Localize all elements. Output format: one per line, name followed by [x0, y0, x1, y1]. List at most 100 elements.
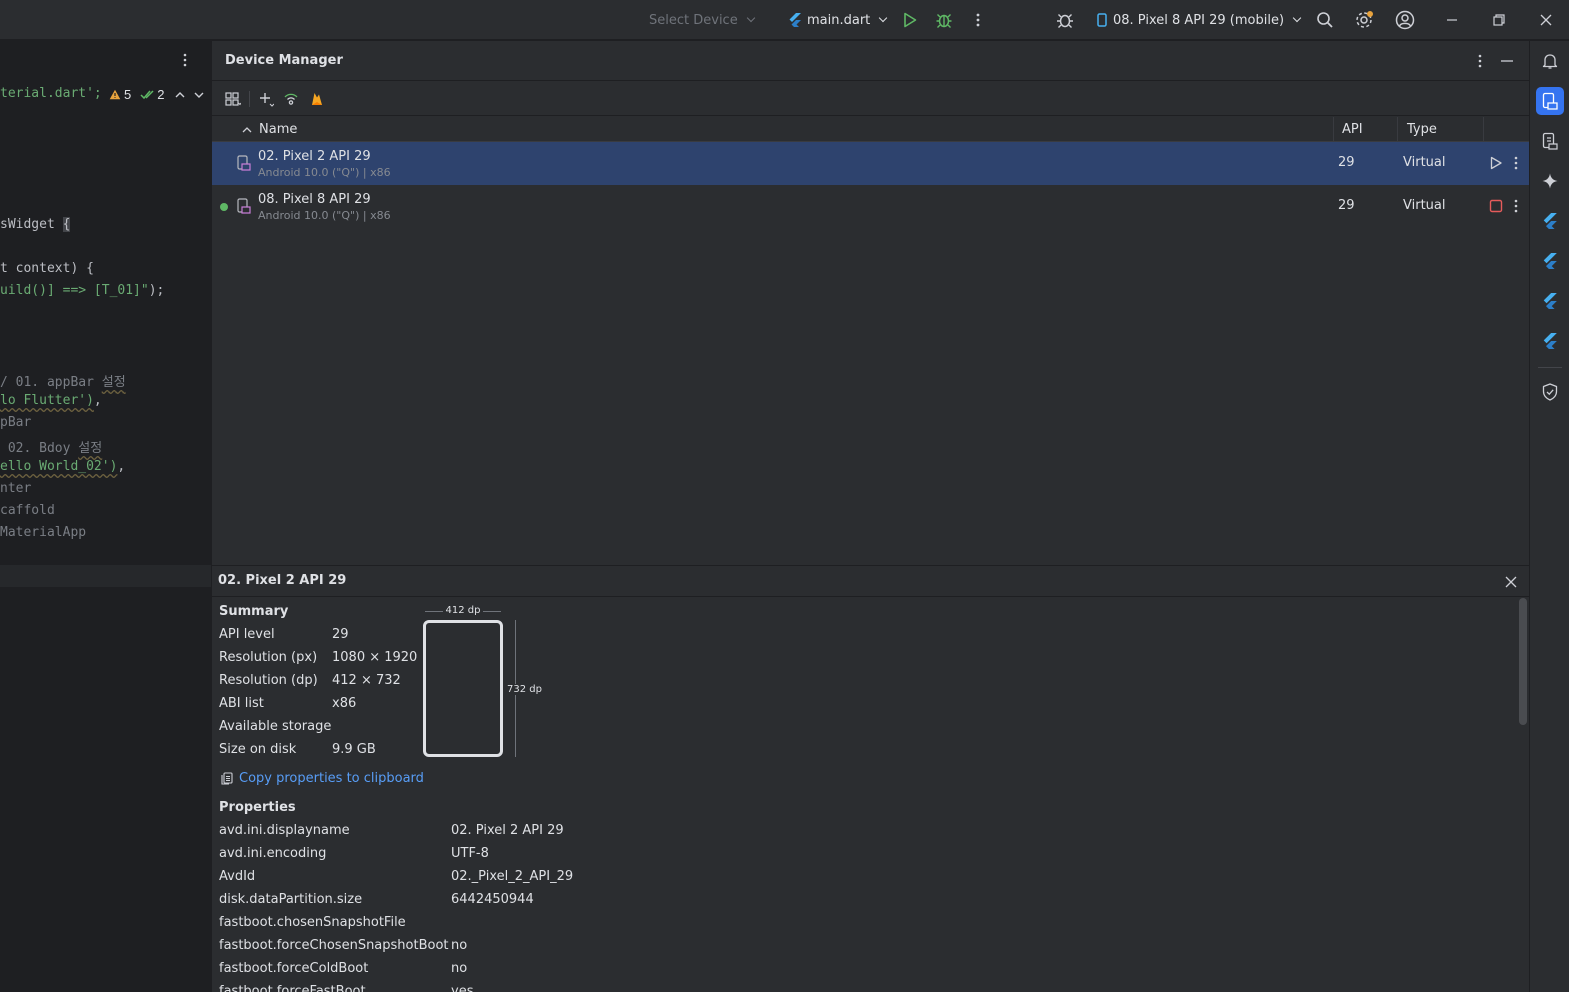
flutter-performance-button[interactable] [1536, 287, 1564, 315]
summary-value: 29 [332, 627, 349, 642]
code-line: nter [0, 481, 31, 496]
flutter-deep-links-button[interactable] [1536, 327, 1564, 355]
running-device-dropdown[interactable]: 08. Pixel 8 API 29 (mobile) [1097, 0, 1302, 40]
property-key: fastboot.forceChosenSnapshotBoot [219, 938, 449, 953]
code-comment: 02. Bdoy [0, 441, 79, 456]
code-comment: 설정 [101, 375, 126, 390]
clipboard-icon [221, 772, 233, 785]
property-value: 6442450944 [451, 892, 534, 907]
security-tool-button[interactable] [1536, 378, 1564, 406]
flutter-icon [1543, 293, 1557, 309]
close-window-button[interactable] [1534, 8, 1558, 32]
chevron-up-icon[interactable] [175, 91, 185, 99]
property-value: yes [451, 984, 474, 992]
code-line: MaterialApp [0, 525, 86, 540]
property-key: fastboot.chosenSnapshotFile [219, 915, 406, 930]
search-button[interactable] [1313, 8, 1337, 32]
device-name: 08. Pixel 8 API 29 [258, 192, 371, 207]
warning-count: 5 [124, 87, 132, 102]
code-string: lo Flutter') [0, 393, 94, 408]
group-devices-button[interactable] [222, 88, 244, 110]
run-config-dropdown[interactable]: main.dart [789, 0, 888, 40]
device-name: 02. Pixel 2 API 29 [258, 149, 371, 164]
running-device-label: 08. Pixel 8 API 29 (mobile) [1113, 12, 1285, 28]
flutter-outline-button[interactable] [1536, 247, 1564, 275]
hide-panel-button[interactable] [1501, 54, 1515, 68]
minimize-window-button[interactable] [1440, 8, 1464, 32]
code-string: ello World_02') [0, 459, 118, 474]
settings-button[interactable] [1352, 8, 1376, 32]
property-value: UTF-8 [451, 846, 489, 861]
check-count: 2 [157, 87, 165, 102]
start-device-button[interactable] [1487, 154, 1505, 172]
inspection-widget[interactable]: 5 2 [109, 87, 204, 102]
device-options-button[interactable] [1509, 154, 1523, 172]
column-type[interactable]: Type [1407, 122, 1437, 137]
device-row[interactable]: 02. Pixel 2 API 29 Android 10.0 ("Q") | … [212, 142, 1529, 185]
code-line: 02. Bdoy 설정 [0, 437, 102, 456]
code-line: pBar [0, 415, 31, 430]
summary-key: Resolution (px) [219, 650, 318, 665]
screen-width-label: 412 dp [425, 605, 501, 616]
select-device-dropdown[interactable]: Select Device [649, 0, 755, 40]
code-text: ); [148, 283, 165, 298]
flutter-icon [1543, 333, 1557, 349]
more-actions-button[interactable] [966, 8, 990, 32]
flutter-inspector-button[interactable] [1536, 207, 1564, 235]
close-details-button[interactable] [1501, 572, 1521, 592]
more-vertical-icon [976, 13, 980, 27]
gear-icon [1356, 11, 1373, 28]
plus-icon [260, 93, 274, 107]
chevron-down-icon[interactable] [194, 91, 204, 99]
pair-wifi-button[interactable] [280, 88, 302, 110]
attach-debugger-button[interactable] [1053, 8, 1077, 32]
column-api[interactable]: API [1342, 122, 1363, 137]
restore-icon [1493, 14, 1505, 26]
panel-options-button[interactable] [1478, 54, 1482, 72]
more-vertical-icon [1514, 156, 1518, 170]
copy-properties-link[interactable]: Copy properties to clipboard [239, 771, 424, 786]
device-options-button[interactable] [1509, 197, 1523, 215]
summary-heading: Summary [219, 604, 289, 619]
stop-device-button[interactable] [1487, 197, 1505, 215]
details-scrollbar[interactable] [1519, 598, 1527, 725]
code-comment: pBar [0, 415, 32, 430]
running-devices-tool-button[interactable] [1536, 127, 1564, 155]
column-separator [1397, 117, 1398, 142]
code-text: t context) { [0, 261, 94, 276]
restore-window-button[interactable] [1487, 8, 1511, 32]
property-key: avd.ini.encoding [219, 846, 327, 861]
device-description: Android 10.0 ("Q") | x86 [258, 166, 391, 179]
device-manager-tool-button[interactable] [1536, 87, 1564, 115]
firebase-button[interactable] [306, 88, 328, 110]
column-name[interactable]: Name [259, 122, 297, 137]
warning-icon [109, 89, 121, 100]
editor-options-button[interactable] [183, 53, 187, 71]
play-icon [1490, 156, 1502, 170]
summary-key: API level [219, 627, 275, 642]
debug-button[interactable] [932, 8, 956, 32]
more-vertical-icon [1478, 54, 1482, 68]
add-device-button[interactable] [255, 88, 277, 110]
search-icon [1317, 12, 1333, 28]
summary-key: Size on disk [219, 742, 297, 757]
sort-ascending-icon[interactable] [242, 126, 252, 134]
chevron-down-icon [1292, 13, 1302, 23]
minimize-icon [1447, 19, 1457, 21]
summary-key: Resolution (dp) [219, 673, 318, 688]
device-type: Virtual [1403, 198, 1446, 213]
code-editor[interactable]: terial.dart'; 5 2 sWidget { t context) {… [0, 41, 211, 992]
device-details-body[interactable]: Summary API level 29 Resolution (px) 108… [212, 598, 1529, 992]
device-details-title: 02. Pixel 2 API 29 [218, 573, 347, 588]
flutter-icon [789, 13, 801, 27]
gemini-tool-button[interactable] [1536, 167, 1564, 195]
account-button[interactable] [1393, 8, 1417, 32]
notifications-button[interactable] [1536, 47, 1564, 75]
close-icon [1540, 14, 1552, 26]
code-string: uild()] ==> [T_01]" [0, 283, 149, 298]
device-row[interactable]: 08. Pixel 8 API 29 Android 10.0 ("Q") | … [212, 185, 1529, 228]
run-button[interactable] [898, 8, 922, 32]
firebase-icon [312, 93, 322, 105]
code-brace: { [62, 217, 71, 232]
wifi-icon [284, 93, 298, 105]
